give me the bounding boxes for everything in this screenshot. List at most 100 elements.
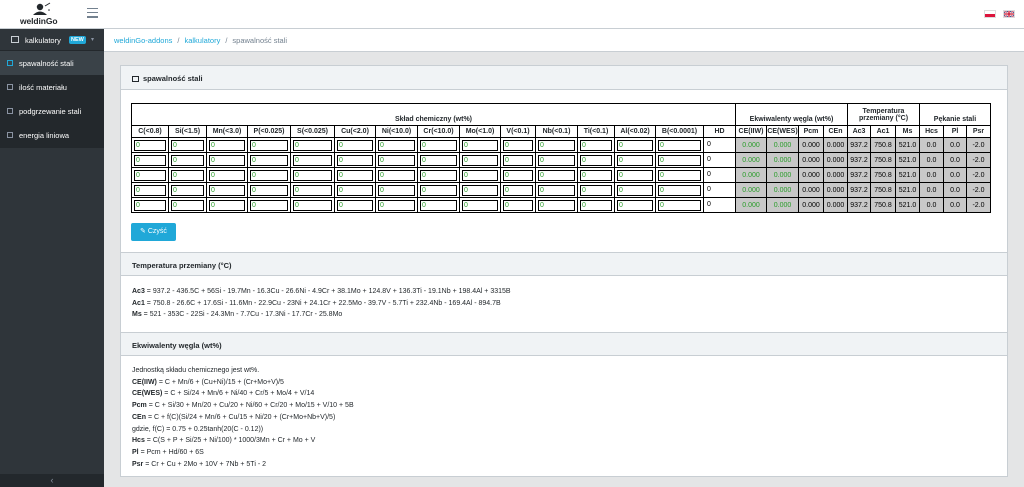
composition-input[interactable]: 0: [617, 169, 653, 181]
formula-line: Jednostką składu chemicznego jest wt%.: [132, 365, 354, 377]
composition-input[interactable]: 0: [420, 184, 457, 196]
menu-toggle-icon[interactable]: [87, 8, 98, 18]
ac1-value: 750.8: [870, 152, 896, 168]
composition-input[interactable]: 0: [209, 184, 245, 196]
hd-input[interactable]: 0: [706, 200, 733, 211]
composition-input[interactable]: 0: [658, 169, 701, 181]
sidebar-section-kalkulatory[interactable]: kalkulatory NEW ▾: [0, 29, 104, 51]
composition-input[interactable]: 0: [580, 154, 612, 166]
composition-input[interactable]: 0: [171, 199, 204, 211]
hd-input[interactable]: 0: [706, 185, 733, 196]
composition-input[interactable]: 0: [293, 169, 332, 181]
composition-input[interactable]: 0: [503, 184, 533, 196]
composition-input[interactable]: 0: [209, 139, 245, 151]
composition-input[interactable]: 0: [503, 199, 533, 211]
composition-input[interactable]: 0: [658, 184, 701, 196]
composition-input[interactable]: 0: [134, 139, 166, 151]
composition-input[interactable]: 0: [617, 184, 653, 196]
formula-line: Pl = Pcm + Hd/60 + 6S: [132, 447, 354, 459]
calculator-icon: [7, 108, 13, 114]
composition-input[interactable]: 0: [171, 154, 204, 166]
composition-input[interactable]: 0: [293, 139, 332, 151]
composition-input[interactable]: 0: [617, 199, 653, 211]
composition-input[interactable]: 0: [293, 199, 332, 211]
composition-input[interactable]: 0: [420, 199, 457, 211]
composition-input[interactable]: 0: [580, 199, 612, 211]
composition-input[interactable]: 0: [209, 169, 245, 181]
composition-input[interactable]: 0: [503, 169, 533, 181]
hd-input[interactable]: 0: [706, 140, 733, 151]
composition-input[interactable]: 0: [250, 154, 288, 166]
composition-input[interactable]: 0: [293, 184, 332, 196]
composition-input[interactable]: 0: [337, 139, 373, 151]
composition-input[interactable]: 0: [462, 154, 498, 166]
sidebar-collapse-chevron-left-icon[interactable]: ‹: [0, 474, 104, 487]
composition-input[interactable]: 0: [658, 139, 701, 151]
composition-input[interactable]: 0: [580, 169, 612, 181]
composition-input[interactable]: 0: [378, 169, 415, 181]
composition-input[interactable]: 0: [134, 169, 166, 181]
composition-input[interactable]: 0: [462, 199, 498, 211]
composition-input[interactable]: 0: [538, 154, 575, 166]
clear-button[interactable]: ✎ Czyść: [131, 223, 176, 241]
composition-input[interactable]: 0: [503, 139, 533, 151]
composition-input[interactable]: 0: [250, 139, 288, 151]
breadcrumb-link-weldingo-addons[interactable]: weldinGo-addons: [114, 36, 172, 45]
composition-input[interactable]: 0: [420, 139, 457, 151]
composition-input[interactable]: 0: [580, 184, 612, 196]
breadcrumb-link-kalkulatory[interactable]: kalkulatory: [184, 36, 220, 45]
composition-input[interactable]: 0: [378, 184, 415, 196]
composition-input[interactable]: 0: [209, 199, 245, 211]
composition-input[interactable]: 0: [462, 139, 498, 151]
composition-input[interactable]: 0: [538, 169, 575, 181]
sidebar-item-spawalnosc-stali[interactable]: spawalność stali: [0, 51, 104, 75]
composition-input[interactable]: 0: [337, 154, 373, 166]
composition-input[interactable]: 0: [337, 184, 373, 196]
column-header: C(<0.8): [131, 125, 169, 138]
hd-input[interactable]: 0: [706, 155, 733, 166]
composition-input[interactable]: 0: [378, 199, 415, 211]
composition-input[interactable]: 0: [134, 199, 166, 211]
composition-input[interactable]: 0: [134, 184, 166, 196]
composition-input[interactable]: 0: [462, 184, 498, 196]
composition-input[interactable]: 0: [617, 139, 653, 151]
composition-input[interactable]: 0: [658, 154, 701, 166]
ce-iiw-value: 0.000: [735, 137, 767, 153]
composition-input[interactable]: 0: [378, 139, 415, 151]
composition-input[interactable]: 0: [209, 154, 245, 166]
language-en-flag-icon[interactable]: [1003, 10, 1015, 18]
composition-input[interactable]: 0: [250, 169, 288, 181]
ac1-value: 750.8: [870, 137, 896, 153]
composition-input[interactable]: 0: [250, 184, 288, 196]
logo[interactable]: weldinGo: [14, 2, 66, 27]
composition-input[interactable]: 0: [538, 139, 575, 151]
composition-input[interactable]: 0: [503, 154, 533, 166]
composition-input[interactable]: 0: [617, 154, 653, 166]
sidebar-item-label: spawalność stali: [19, 59, 74, 68]
composition-input[interactable]: 0: [171, 184, 204, 196]
composition-input[interactable]: 0: [538, 199, 575, 211]
sidebar-item-ilosc-materialu[interactable]: ilość materiału: [0, 75, 104, 99]
composition-input[interactable]: 0: [538, 184, 575, 196]
composition-input[interactable]: 0: [250, 199, 288, 211]
column-header: HD: [703, 125, 736, 138]
composition-input[interactable]: 0: [293, 154, 332, 166]
composition-input[interactable]: 0: [337, 199, 373, 211]
composition-input[interactable]: 0: [171, 139, 204, 151]
hd-input[interactable]: 0: [706, 170, 733, 181]
sidebar-item-podgrzewanie-stali[interactable]: podgrzewanie stali: [0, 99, 104, 123]
temperature-section-header: Temperatura przemiany (°C): [121, 252, 1007, 276]
composition-input[interactable]: 0: [420, 169, 457, 181]
language-pl-flag-icon[interactable]: [984, 10, 996, 18]
welder-logo-icon: [33, 2, 51, 15]
formula-label: Ms: [132, 311, 142, 319]
composition-input[interactable]: 0: [658, 199, 701, 211]
composition-input[interactable]: 0: [134, 154, 166, 166]
composition-input[interactable]: 0: [580, 139, 612, 151]
composition-input[interactable]: 0: [378, 154, 415, 166]
sidebar-item-energia-liniowa[interactable]: energia liniowa: [0, 123, 104, 147]
composition-input[interactable]: 0: [420, 154, 457, 166]
composition-input[interactable]: 0: [337, 169, 373, 181]
composition-input[interactable]: 0: [462, 169, 498, 181]
composition-input[interactable]: 0: [171, 169, 204, 181]
